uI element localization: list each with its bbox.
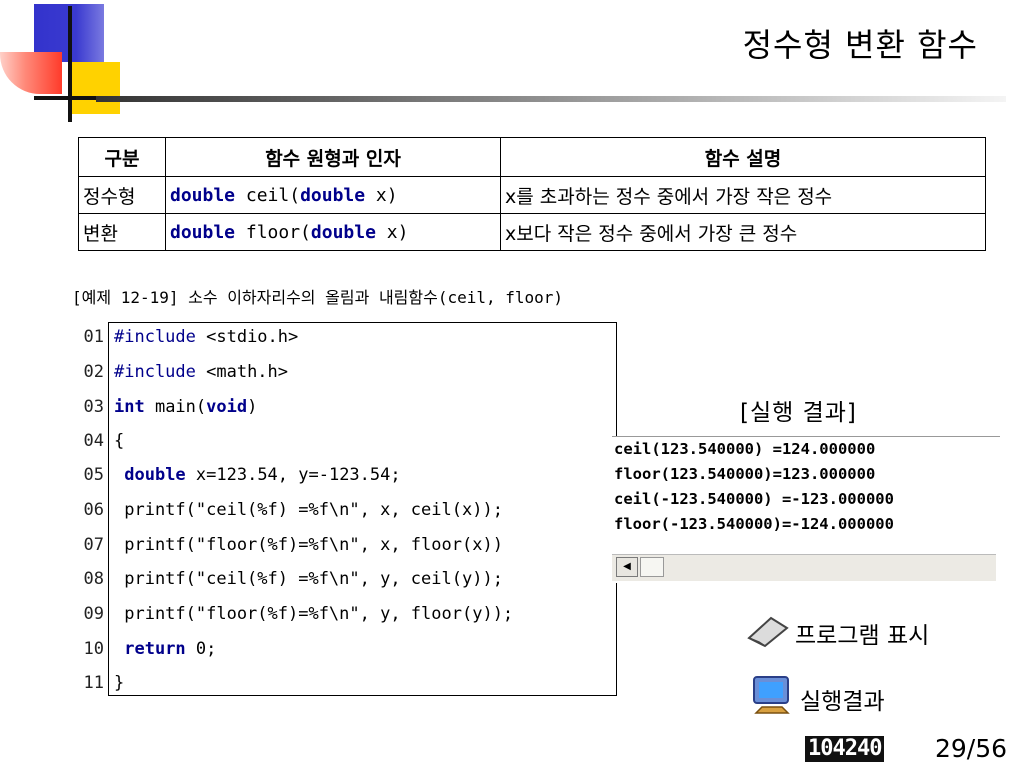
scroll-thumb[interactable]: [640, 557, 664, 577]
keyword: return: [124, 639, 186, 659]
func-name: floor(: [235, 221, 311, 243]
output-line: floor(-123.540000)=-124.000000: [614, 515, 894, 533]
output-line: floor(123.540000)=123.000000: [614, 465, 876, 483]
monitor-icon: [753, 676, 790, 714]
code-line-declaration: double x=123.54, y=-123.54;: [114, 465, 401, 485]
code-text: main(: [144, 397, 207, 417]
description-floor: x보다 작은 정수 중에서 가장 큰 정수: [500, 213, 986, 251]
header-description: 함수 설명: [500, 137, 986, 177]
header-category: 구분: [78, 137, 166, 177]
output-scrollbar[interactable]: [612, 554, 996, 581]
scroll-left-button[interactable]: ◀: [616, 557, 638, 577]
line-number: 05: [83, 465, 104, 485]
arrow-left-icon: ◀: [623, 561, 631, 572]
category-cell: 변환: [78, 213, 166, 251]
line-number: 11: [83, 673, 104, 693]
table-row: 정수형 double ceil(double x) x를 초과하는 정수 중에서…: [78, 176, 986, 214]
code-line-close-brace: }: [114, 673, 125, 693]
category-cell: 정수형: [78, 176, 166, 214]
func-name: ceil(: [235, 184, 301, 206]
line-number: 07: [83, 535, 104, 555]
legend-program-label: 프로그램 표시: [795, 623, 930, 649]
page-number: 29/56: [935, 734, 1008, 763]
header-prototype: 함수 원형과 인자: [165, 137, 501, 177]
code-text: 0;: [185, 639, 217, 659]
header-file: <stdio.h>: [195, 327, 299, 347]
table-row: 변환 double floor(double x) x보다 작은 정수 중에서 …: [78, 213, 986, 251]
logo-red-shape: [0, 52, 62, 94]
code-line-include-math: #include <math.h>: [114, 362, 288, 382]
line-number: 04: [83, 431, 104, 451]
output-line: ceil(123.540000) =124.000000: [614, 440, 876, 458]
line-number: 09: [83, 604, 104, 624]
code-line-open-brace: {: [114, 431, 125, 451]
code-line-printf: printf("ceil(%f) =%f\n", y, ceil(y));: [114, 569, 503, 589]
legend-result-label: 실행결과: [800, 689, 885, 715]
prototype-ceil: double ceil(double x): [165, 176, 501, 214]
line-number: 02: [83, 362, 104, 382]
param-name: x): [375, 221, 409, 243]
page-title: 정수형 변환 함수: [742, 26, 978, 64]
code-text: ): [247, 397, 258, 417]
prototype-floor: double floor(double x): [165, 213, 501, 251]
param-type: double: [310, 221, 376, 243]
line-number: 06: [83, 500, 104, 520]
code-line-printf: printf("floor(%f)=%f\n", y, floor(y));: [114, 604, 514, 624]
header-file: <math.h>: [195, 362, 289, 382]
code-line-return: return 0;: [114, 639, 216, 659]
code-line-printf: printf("ceil(%f) =%f\n", x, ceil(x));: [114, 500, 503, 520]
logo-vertical-line: [68, 6, 72, 122]
pencil-icon: [747, 616, 789, 648]
example-title: [예제 12-19] 소수 이하자리수의 올림과 내림함수(ceil, floo…: [72, 288, 564, 307]
keyword: void: [206, 397, 248, 417]
line-number: 01: [83, 327, 104, 347]
logo-horizontal-line: [34, 96, 96, 100]
preprocessor-directive: #include: [114, 362, 196, 382]
code-line-printf: printf("floor(%f)=%f\n", x, floor(x)): [114, 535, 503, 555]
keyword: double: [124, 465, 186, 485]
logo-yellow-square: [70, 62, 120, 114]
param-type: double: [300, 184, 366, 206]
code-text: x=123.54, y=-123.54;: [185, 465, 401, 485]
table-header-row: 구분 함수 원형과 인자 함수 설명: [78, 137, 986, 177]
result-label: [실행 결과]: [740, 400, 857, 426]
slide-code-badge: 104240: [805, 736, 885, 762]
line-number: 08: [83, 569, 104, 589]
header-gradient-bar: [96, 96, 1006, 102]
code-line-include-stdio: #include <stdio.h>: [114, 327, 298, 347]
line-number: 10: [83, 639, 104, 659]
return-type: double: [170, 184, 236, 206]
function-table: 구분 함수 원형과 인자 함수 설명 정수형 double ceil(doubl…: [78, 137, 986, 251]
output-line: ceil(-123.540000) =-123.000000: [614, 490, 894, 508]
param-name: x): [365, 184, 398, 206]
code-line-main: int main(void): [114, 397, 257, 417]
preprocessor-directive: #include: [114, 327, 196, 347]
return-type: double: [170, 221, 236, 243]
description-ceil: x를 초과하는 정수 중에서 가장 작은 정수: [500, 176, 986, 214]
line-number: 03: [83, 397, 104, 417]
keyword: int: [114, 397, 145, 417]
